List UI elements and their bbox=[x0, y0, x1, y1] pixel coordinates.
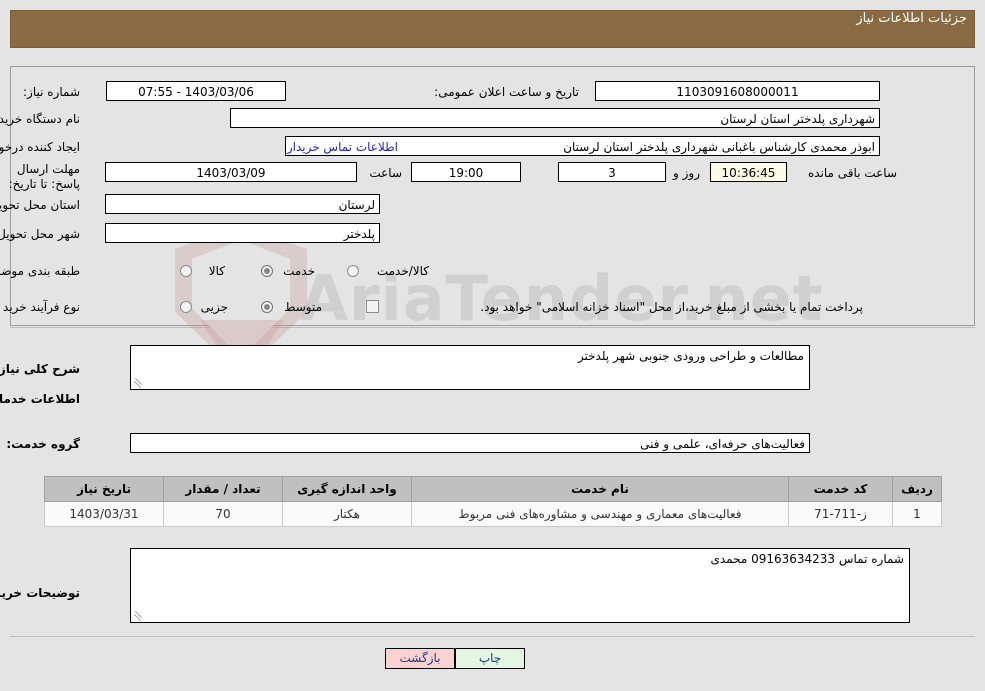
col-header-unit: واحد اندازه گیری bbox=[282, 476, 412, 502]
remaining-time-label: ساعت باقی مانده bbox=[807, 166, 897, 180]
deadline-date-field: 1403/03/09 bbox=[105, 162, 357, 182]
table-row: 1 ز-711-71 فعالیت‌های معماری و مهندسی و … bbox=[44, 501, 942, 527]
resize-grip-icon[interactable] bbox=[133, 378, 143, 388]
cell-service-code: ز-711-71 bbox=[788, 501, 893, 527]
treasury-docs-checkbox[interactable] bbox=[366, 300, 379, 313]
announce-datetime-label: تاریخ و ساعت اعلان عمومی: bbox=[434, 85, 579, 99]
need-number-field: 1103091608000011 bbox=[595, 81, 880, 101]
cell-quantity: 70 bbox=[163, 501, 283, 527]
creator-label: ایجاد کننده درخواست: bbox=[0, 140, 80, 154]
service-group-label: گروه خدمت: bbox=[6, 437, 80, 451]
buyer-org-field: شهرداری پلدختر استان لرستان bbox=[230, 108, 880, 128]
resize-grip-icon-notes[interactable] bbox=[133, 611, 143, 621]
buyer-contact-link[interactable]: اطلاعات تماس خریدار bbox=[287, 140, 398, 154]
process-radio-jozei[interactable] bbox=[180, 301, 192, 313]
cell-service-name: فعالیت‌های معماری و مهندسی و مشاوره‌های … bbox=[411, 501, 789, 527]
category-label: طبقه بندی موضوعی: bbox=[0, 264, 80, 278]
need-number-label: شماره نیاز: bbox=[23, 85, 80, 99]
remaining-days-label: روز و bbox=[673, 166, 700, 180]
services-table: ردیف کد خدمت نام خدمت واحد اندازه گیری ت… bbox=[44, 476, 942, 527]
col-header-radif: ردیف bbox=[892, 476, 942, 502]
page-header-bar bbox=[10, 10, 975, 48]
page-title: جزئیات اطلاعات نیاز bbox=[856, 11, 967, 26]
delivery-city-label: شهر محل تحویل: bbox=[0, 227, 80, 241]
category-option-label-2: کالا/خدمت bbox=[376, 264, 429, 278]
buyer-notes-textarea[interactable]: شماره تماس 09163634233 محمدی bbox=[130, 548, 910, 623]
deadline-label: مهلت ارسال پاسخ: تا تاریخ: bbox=[8, 162, 80, 191]
services-info-title: اطلاعات خدمات مورد نیاز bbox=[0, 392, 80, 406]
process-label: نوع فرآیند خرید : bbox=[0, 300, 80, 314]
process-radio-motevaset[interactable] bbox=[261, 301, 273, 313]
back-button[interactable]: بازگشت bbox=[385, 648, 455, 669]
services-table-wrap: ردیف کد خدمت نام خدمت واحد اندازه گیری ت… bbox=[44, 476, 942, 527]
remaining-days-field: 3 bbox=[558, 162, 666, 182]
print-button[interactable]: چاپ bbox=[455, 648, 525, 669]
cell-need-date: 1403/03/31 bbox=[44, 501, 164, 527]
panel-divider-top bbox=[10, 327, 975, 328]
general-desc-value: مطالعات و طراحی ورودی جنوبی شهر پلدختر bbox=[577, 349, 804, 363]
cell-unit: هکتار bbox=[282, 501, 412, 527]
remaining-time-field: 10:36:45 bbox=[710, 162, 787, 182]
col-header-service-code: کد خدمت bbox=[788, 476, 893, 502]
process-option-label-0: جزیی bbox=[200, 300, 228, 314]
process-option-label-1: متوسط bbox=[284, 300, 322, 314]
footer-divider bbox=[10, 636, 975, 637]
category-radio-kala-khedmat[interactable] bbox=[347, 265, 359, 277]
deadline-hour-label: ساعت bbox=[369, 166, 402, 180]
category-radio-kala[interactable] bbox=[180, 265, 192, 277]
category-option-label-1: خدمت bbox=[283, 264, 315, 278]
category-radio-khedmat[interactable] bbox=[261, 265, 273, 277]
col-header-service-name: نام خدمت bbox=[411, 476, 789, 502]
delivery-province-field: لرستان bbox=[105, 194, 380, 214]
general-desc-textarea[interactable]: مطالعات و طراحی ورودی جنوبی شهر پلدختر bbox=[130, 345, 810, 390]
delivery-city-field: پلدختر bbox=[105, 223, 380, 243]
col-header-quantity: تعداد / مقدار bbox=[163, 476, 283, 502]
buyer-notes-value: شماره تماس 09163634233 محمدی bbox=[710, 552, 904, 566]
buyer-notes-label: توضیحات خریدار: bbox=[0, 586, 80, 600]
category-option-label-0: کالا bbox=[208, 264, 225, 278]
delivery-province-label: استان محل تحویل: bbox=[0, 198, 80, 212]
deadline-hour-field: 19:00 bbox=[411, 162, 521, 182]
general-desc-label: شرح کلی نیاز: bbox=[0, 362, 80, 376]
treasury-docs-label: پرداخت تمام یا بخشی از مبلغ خرید،از محل … bbox=[480, 300, 863, 314]
cell-radif: 1 bbox=[892, 501, 942, 527]
service-group-field: فعالیت‌های حرفه‌ای، علمی و فنی bbox=[130, 433, 810, 453]
announce-datetime-field: 1403/03/06 - 07:55 bbox=[106, 81, 286, 101]
table-header-row: ردیف کد خدمت نام خدمت واحد اندازه گیری ت… bbox=[44, 476, 942, 502]
col-header-need-date: تاریخ نیاز bbox=[44, 476, 164, 502]
buyer-org-label: نام دستگاه خریدار: bbox=[0, 112, 80, 126]
